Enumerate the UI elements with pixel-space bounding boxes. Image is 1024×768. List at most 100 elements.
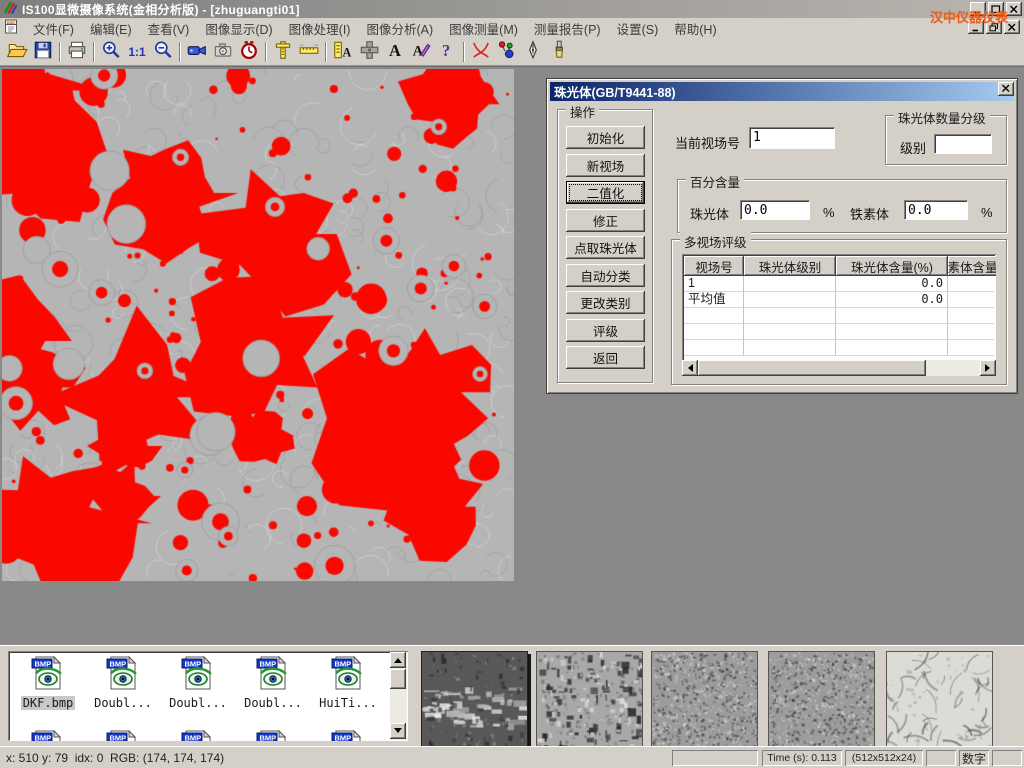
calibration-ruler-button[interactable]: A [330,40,356,64]
table-cell [836,308,948,323]
sample-thumbnail-1[interactable] [536,651,643,755]
file-item-row2-2[interactable]: BMP [162,728,234,741]
ferrite-percent-unit: % [981,205,993,220]
menu-item-0[interactable]: 文件(F) [25,17,82,40]
table-row-3[interactable] [684,324,994,340]
menu-item-3[interactable]: 图像显示(D) [197,17,280,40]
scrollbar-thumb[interactable] [390,669,406,689]
sample-thumbnail-2[interactable] [651,651,758,755]
timer-clock-button[interactable] [236,40,262,64]
menu-item-4[interactable]: 图像处理(I) [281,17,359,40]
help-button[interactable]: ? [434,40,460,64]
sample-thumbnail-3[interactable] [768,651,875,755]
table-row-1[interactable]: 平均值0.0 [684,292,994,308]
scroll-down-arrow-icon[interactable] [390,723,406,739]
op-button-1[interactable]: 新视场 [566,154,645,177]
scroll-up-arrow-icon[interactable] [390,652,406,668]
grid-cross-button[interactable] [356,40,382,64]
menu-item-2[interactable]: 查看(V) [140,17,198,40]
zoom-out-button[interactable] [150,40,176,64]
close-button[interactable] [1006,2,1022,16]
scrollbar-track[interactable] [926,360,980,376]
op-button-7[interactable]: 评级 [566,319,645,342]
text-a-button[interactable]: A [382,40,408,64]
grade-label: 级别 [900,138,926,157]
grade-input[interactable] [934,134,992,154]
multi-view-table[interactable]: 视场号珠光体级别珠光体含量(%)铁素体含量(%) 10.0平均值0.0 [682,254,996,376]
snapshot-camera-button[interactable] [210,40,236,64]
menu-item-5[interactable]: 图像分析(A) [358,17,441,40]
ferrite-percent-input[interactable]: 0.0 [904,200,968,220]
table-cell [744,324,836,339]
table-horizontal-scrollbar[interactable] [682,360,996,376]
file-item-4[interactable]: BMPHuiTi... [312,654,384,710]
horizontal-ruler-button[interactable] [296,40,322,64]
dialog-close-button[interactable] [998,82,1014,96]
scroll-left-arrow-icon[interactable] [682,360,698,376]
multi-view-table-body: 10.0平均值0.0 [684,276,994,356]
op-button-6[interactable]: 更改类别 [566,291,645,314]
current-view-input[interactable]: 1 [749,127,835,149]
op-button-3[interactable]: 修正 [566,209,645,232]
menu-item-8[interactable]: 设置(S) [609,17,667,40]
table-cell [948,340,996,355]
table-header-col-3[interactable]: 铁素体含量(%) [948,256,996,276]
pen-tool-button[interactable] [520,40,546,64]
table-row-2[interactable] [684,308,994,324]
file-list-vertical-scrollbar[interactable] [390,652,407,740]
menu-item-6[interactable]: 图像测量(M) [441,17,526,40]
marker-pins-button[interactable] [494,40,520,64]
brush-tool-button[interactable] [546,40,572,64]
save-button[interactable] [30,40,56,64]
file-browser-panel: BMPDKF.bmpBMPDoubl...BMPDoubl...BMPDoubl… [0,645,1024,746]
child-window-icon[interactable]: DOC [4,19,19,37]
help-icon: ? [436,39,458,64]
menu-item-9[interactable]: 帮助(H) [666,17,724,40]
scroll-right-arrow-icon[interactable] [980,360,996,376]
sample-thumbnail-0[interactable] [421,651,528,755]
file-item-row2-3[interactable]: BMP [237,728,309,741]
file-item-3[interactable]: BMPDoubl... [237,654,309,710]
file-item-row2-0[interactable]: BMP [12,728,84,741]
text-edit-button[interactable]: A [408,40,434,64]
cursor-position-readout: x: 510 y: 79 idx: 0 RGB: (174, 174, 174) [6,751,224,765]
table-header-col-0[interactable]: 视场号 [684,256,744,276]
vertical-caliper-button[interactable] [270,40,296,64]
file-list[interactable]: BMPDKF.bmpBMPDoubl...BMPDoubl...BMPDoubl… [8,651,408,741]
scrollbar-thumb[interactable] [698,360,926,376]
table-row-4[interactable] [684,340,994,356]
metallographic-image-binarized[interactable] [2,69,514,581]
pearlite-percent-unit: % [823,205,835,220]
open-file-button[interactable] [4,40,30,64]
file-item-2[interactable]: BMPDoubl... [162,654,234,710]
window-title: IS100显微摄像系统(金相分析版) - [zhuguangti01] [22,1,300,18]
open-file-icon [6,39,28,64]
table-cell [948,292,996,307]
zoom-in-button[interactable] [98,40,124,64]
status-panel-empty-1 [672,750,758,766]
actual-size-button[interactable]: 1:1 [124,40,150,64]
file-item-1[interactable]: BMPDoubl... [87,654,159,710]
file-item-row2-4[interactable]: BMP [312,728,384,741]
curve-tool-button[interactable] [468,40,494,64]
op-button-4[interactable]: 点取珠光体 [566,236,645,259]
menu-item-1[interactable]: 编辑(E) [82,17,140,40]
table-header-col-1[interactable]: 珠光体级别 [744,256,836,276]
op-button-8[interactable]: 返回 [566,346,645,369]
video-camera-button[interactable] [184,40,210,64]
brush-tool-icon [548,39,570,64]
pearlite-percent-input[interactable]: 0.0 [740,200,810,220]
file-item-0[interactable]: BMPDKF.bmp [12,654,84,710]
op-button-0[interactable]: 初始化 [566,126,645,149]
op-button-2[interactable]: 二值化 [566,181,645,204]
status-panel-empty-3 [992,750,1022,766]
file-item-row2-1[interactable]: BMP [87,728,159,741]
table-header-col-2[interactable]: 珠光体含量(%) [836,256,948,276]
svg-text:A: A [413,44,424,60]
print-button[interactable] [64,40,90,64]
table-row-0[interactable]: 10.0 [684,276,994,292]
op-button-5[interactable]: 自动分类 [566,264,645,287]
sample-thumbnail-4[interactable] [886,651,993,755]
menu-item-7[interactable]: 测量报告(P) [526,17,609,40]
dialog-title-bar[interactable]: 珠光体(GB/T9441-88) [550,82,1014,101]
